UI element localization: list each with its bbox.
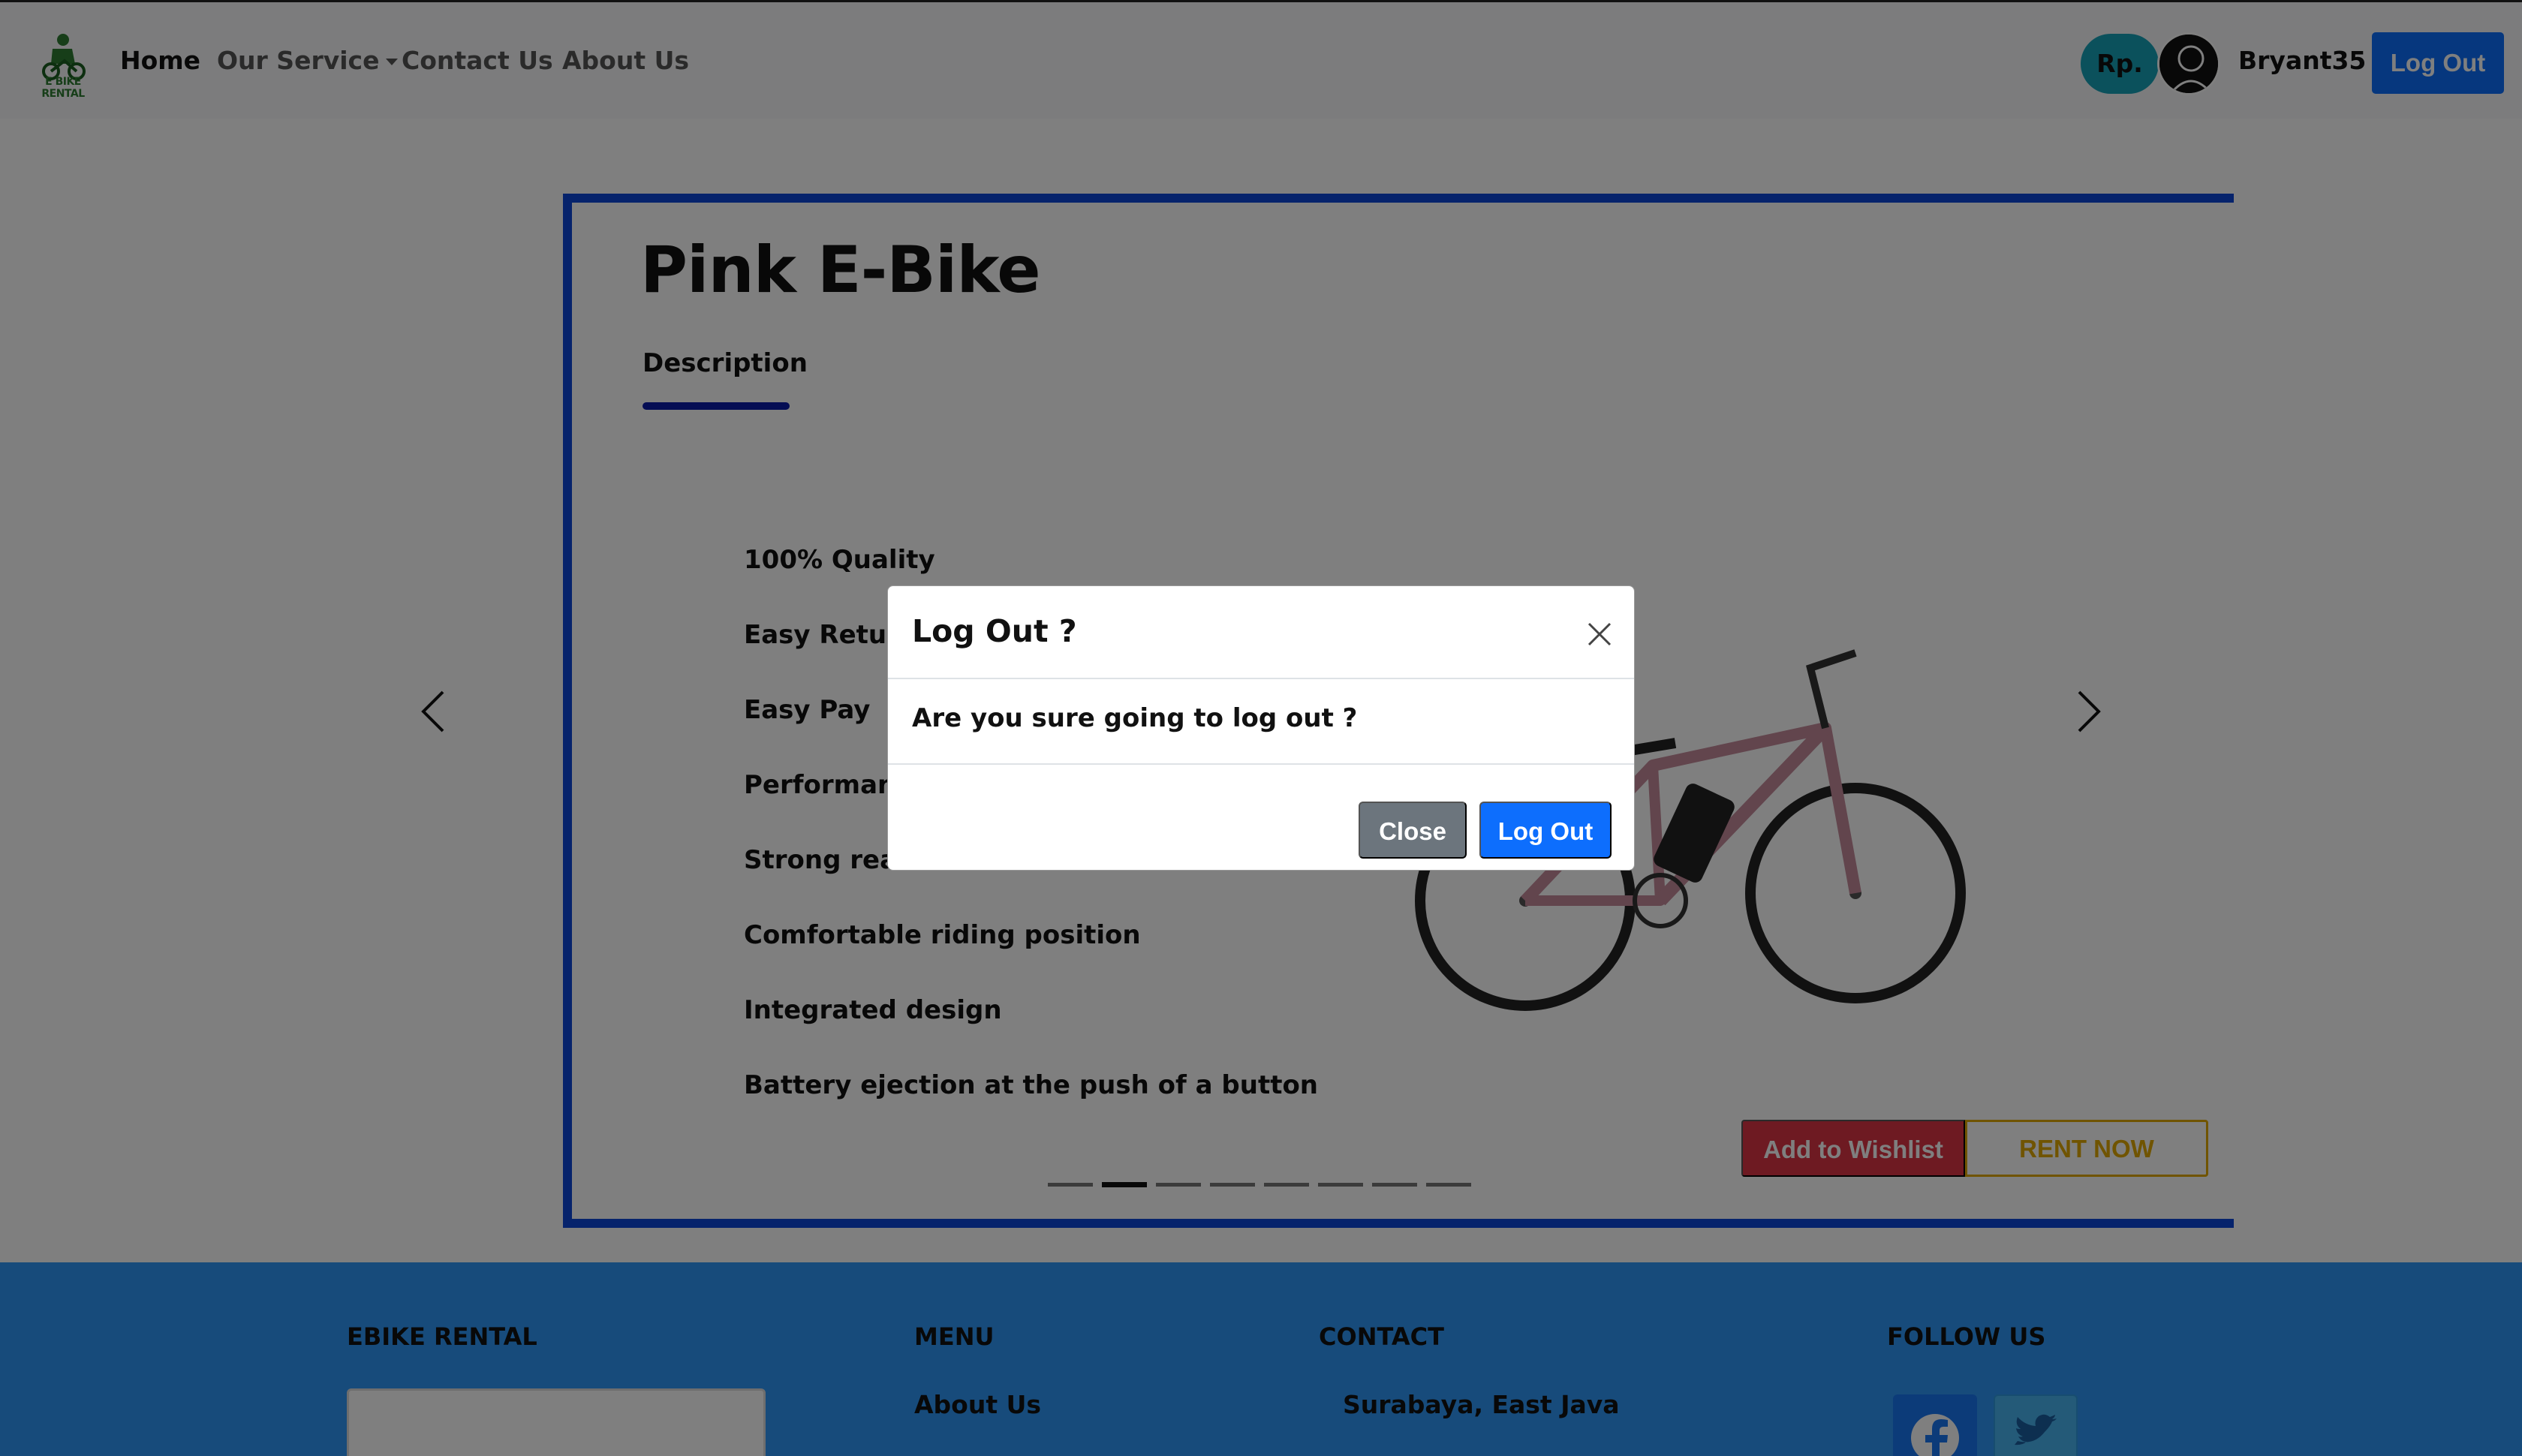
modal-body-text: Are you sure going to log out ?: [912, 703, 1358, 733]
close-icon: [1588, 622, 1612, 646]
modal-header: Log Out ?: [888, 586, 1634, 679]
modal-logout-button[interactable]: Log Out: [1479, 802, 1612, 859]
modal-close-x-button[interactable]: [1585, 619, 1615, 649]
modal-title: Log Out ?: [912, 613, 1077, 649]
logout-modal: Log Out ? Are you sure going to log out …: [887, 585, 1635, 871]
modal-close-button[interactable]: Close: [1359, 802, 1467, 859]
